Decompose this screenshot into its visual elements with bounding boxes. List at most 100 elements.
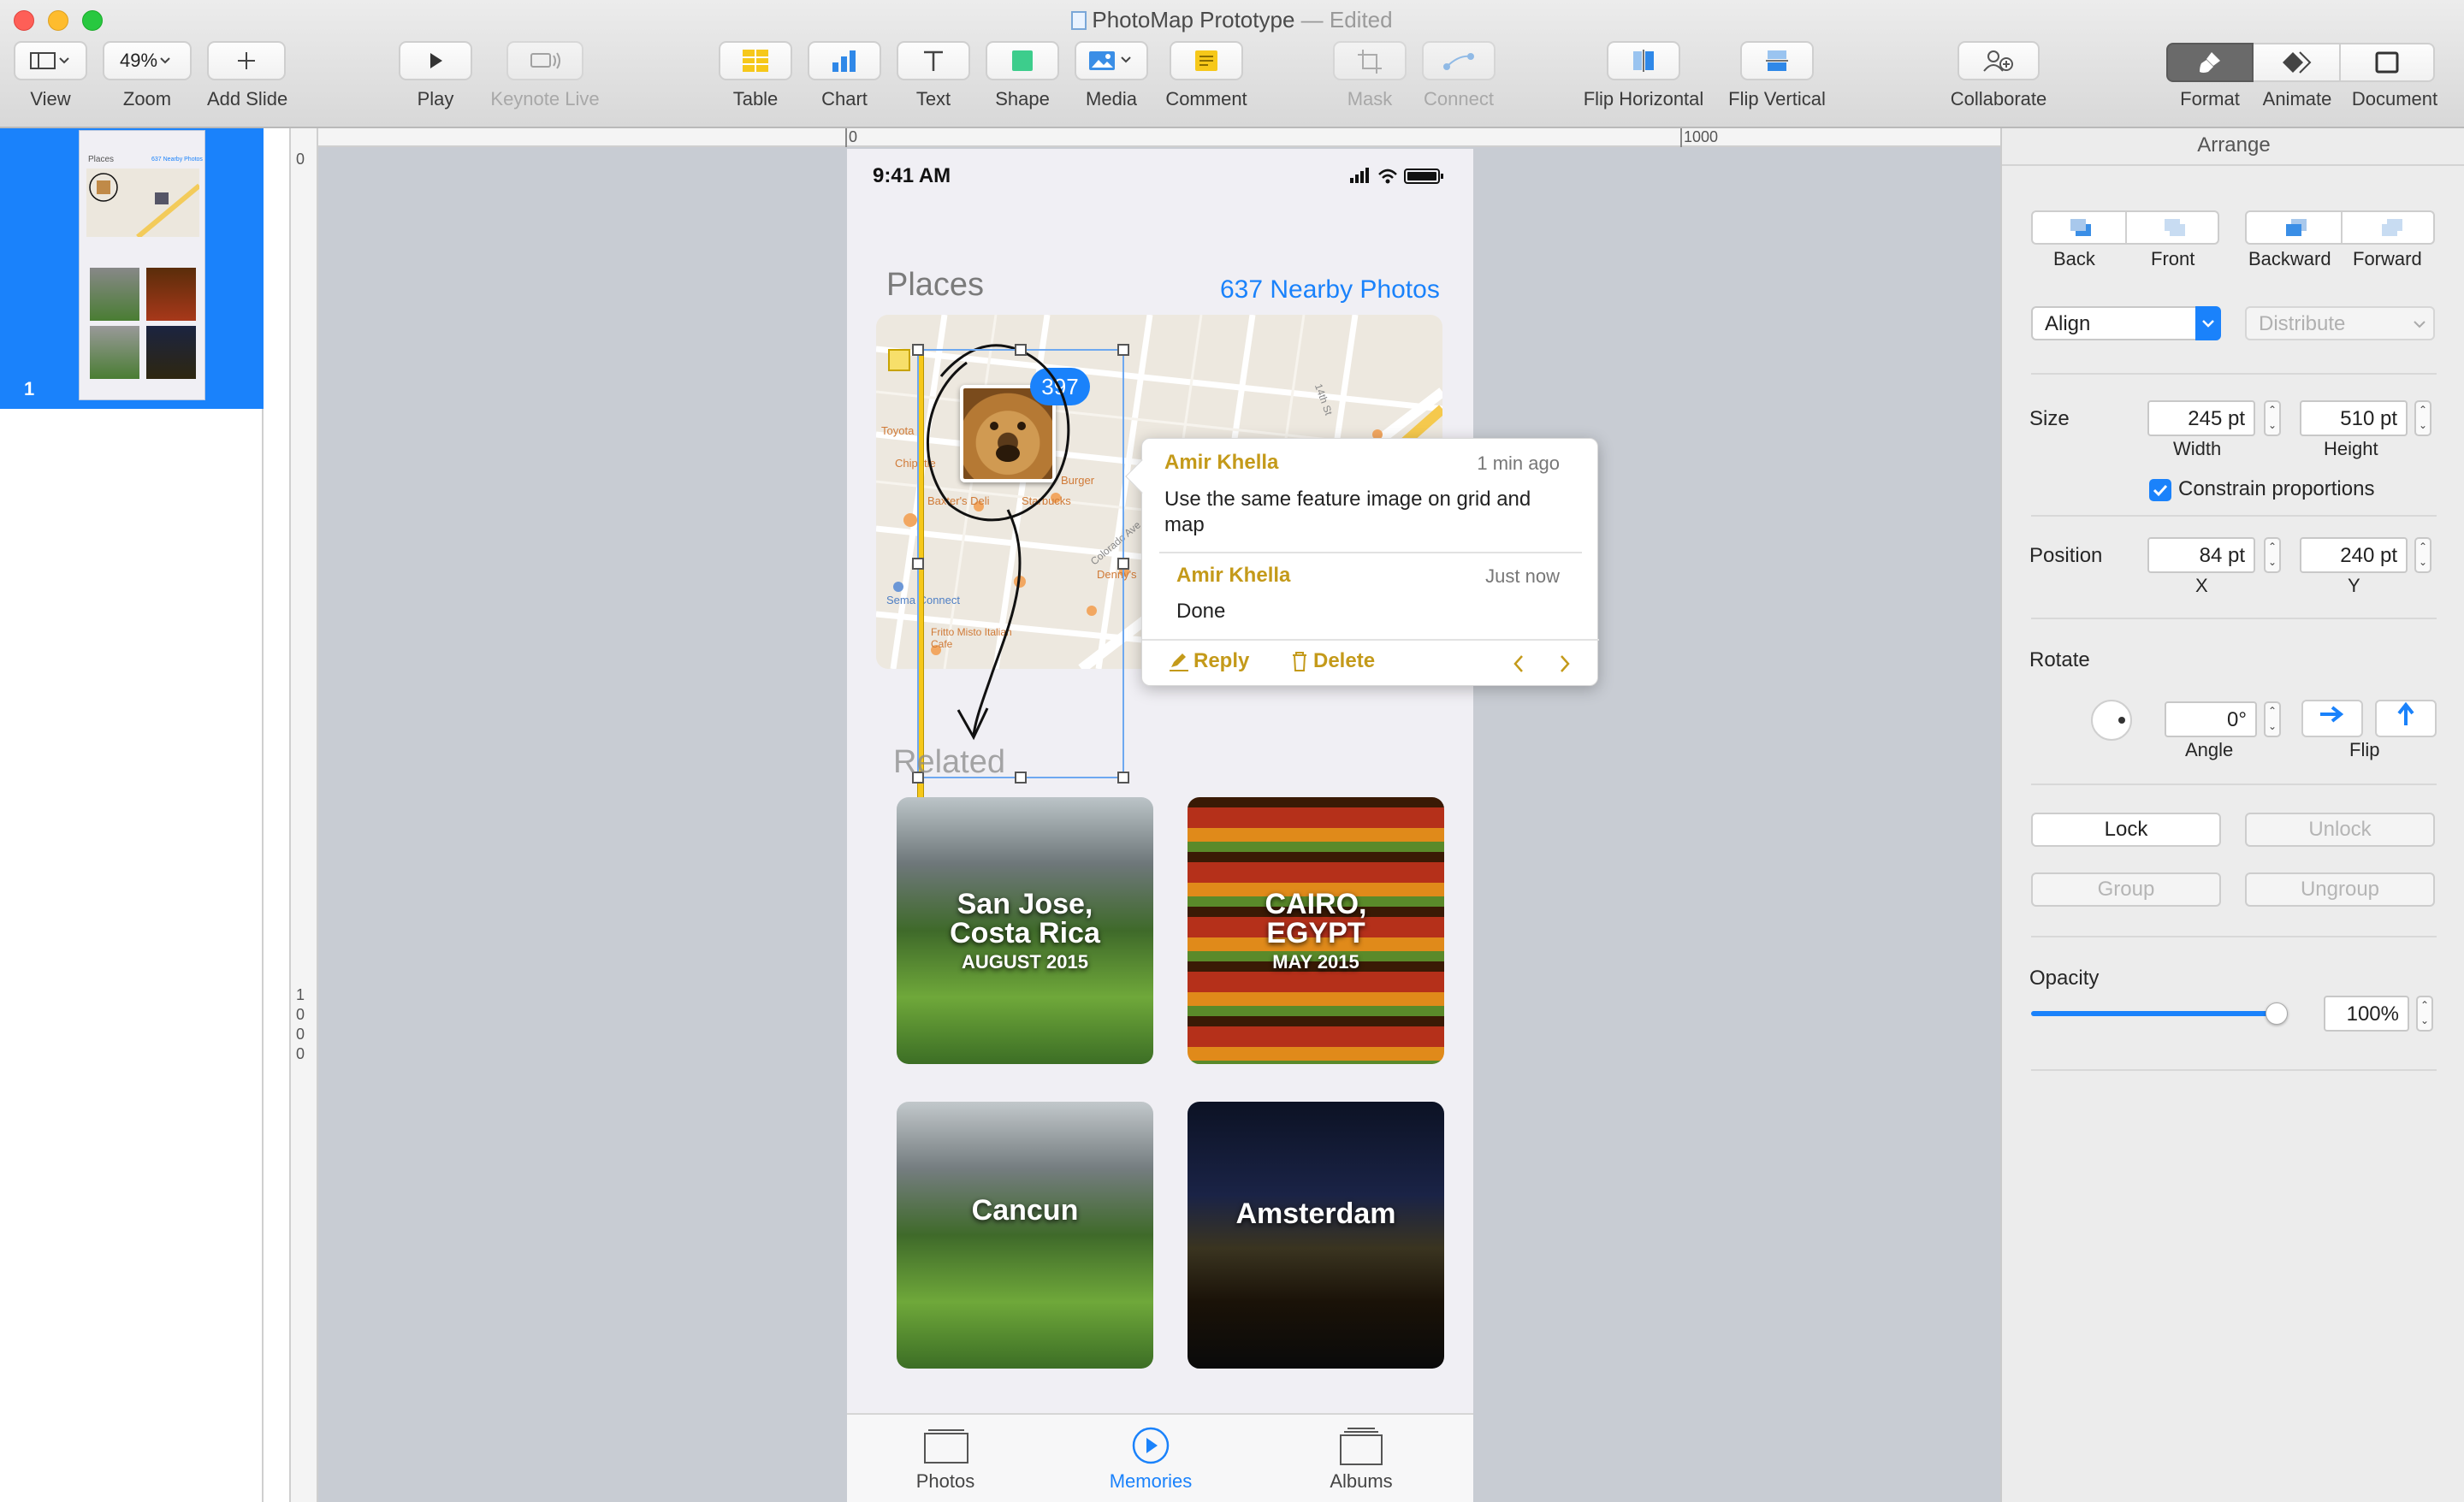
document-name: PhotoMap Prototype — [1092, 7, 1295, 33]
chevron-right-icon[interactable] — [1555, 653, 1575, 675]
keynote-live-button[interactable]: Keynote Live — [488, 41, 602, 110]
ruler-h-mark: 1000 — [1684, 128, 1719, 145]
slide[interactable]: 9:41 AM Places 637 Nearby Photos Toyota … — [847, 149, 1473, 1502]
lock-button[interactable]: Lock — [2031, 813, 2221, 847]
comment-marker[interactable] — [888, 349, 910, 371]
angle-field[interactable]: 0° — [2165, 701, 2257, 737]
distribute-label: Distribute — [2259, 312, 2346, 335]
text-button[interactable]: Text — [897, 41, 970, 110]
separator — [2031, 784, 2437, 785]
width-label: Width — [2173, 438, 2222, 459]
rotate-dial[interactable] — [2091, 700, 2132, 741]
table-button[interactable]: Table — [719, 41, 792, 110]
delete-button[interactable]: Delete — [1288, 649, 1375, 673]
flip-vertical-icon — [1766, 50, 1788, 71]
flip-vertical-button[interactable]: Flip Vertical — [1721, 41, 1833, 110]
vertical-ruler: 0 1000 — [289, 128, 318, 1502]
comment-time: 1 min ago — [1477, 452, 1560, 474]
backward-label: Backward — [2248, 248, 2331, 269]
related-title: Related — [893, 744, 1005, 780]
resize-handle-tc[interactable] — [1015, 344, 1027, 356]
send-backward-icon[interactable] — [2279, 216, 2313, 239]
y-stepper[interactable]: ⌃ ⌄ — [2414, 537, 2431, 573]
mask-button[interactable]: Mask — [1333, 41, 1407, 110]
opacity-stepper[interactable]: ⌃ ⌄ — [2416, 996, 2433, 1032]
selection-box[interactable] — [917, 349, 1124, 778]
opacity-slider-knob[interactable] — [2266, 1002, 2288, 1025]
view-button[interactable]: View — [14, 41, 87, 110]
chevron-left-icon[interactable] — [1508, 653, 1529, 675]
play-icon — [430, 53, 442, 68]
albums-icon — [1340, 1428, 1383, 1465]
distribute-dropdown[interactable]: Distribute — [2245, 306, 2435, 340]
resize-handle-bc[interactable] — [1015, 772, 1027, 784]
bring-forward-icon[interactable] — [2375, 216, 2409, 239]
connect-button[interactable]: Connect — [1422, 41, 1496, 110]
width-stepper[interactable]: ⌃ ⌄ — [2264, 400, 2281, 436]
chevron-down-icon — [2202, 320, 2214, 328]
view-icon — [30, 52, 69, 69]
back-label: Back — [2053, 248, 2095, 269]
resize-handle-tr[interactable] — [1117, 344, 1129, 356]
bring-to-front-icon[interactable] — [2161, 216, 2190, 239]
zoom-button[interactable]: 49% Zoom — [103, 41, 192, 110]
unlock-button[interactable]: Unlock — [2245, 813, 2435, 847]
separator — [2031, 936, 2437, 937]
reply-button[interactable]: Reply — [1168, 649, 1249, 673]
memory-tile-san-jose[interactable]: San Jose, Costa Rica AUGUST 2015 — [897, 797, 1153, 1064]
flip-horizontal-inspector-button[interactable] — [2301, 700, 2363, 737]
height-stepper[interactable]: ⌃ ⌄ — [2414, 400, 2431, 436]
thumbnail-tile-1 — [90, 268, 139, 321]
constrain-proportions-checkbox[interactable] — [2149, 479, 2171, 501]
add-slide-button[interactable]: Add Slide — [207, 41, 287, 110]
group-button[interactable]: Group — [2031, 872, 2221, 907]
shape-icon — [1012, 50, 1033, 71]
reply-label: Reply — [1194, 649, 1250, 672]
flip-horizontal-button[interactable]: Flip Horizontal — [1579, 41, 1708, 110]
width-field[interactable]: 245 pt — [2147, 400, 2255, 436]
chart-icon — [832, 50, 856, 72]
slide-thumbnail-1[interactable]: Places 637 Nearby Photos 1 — [0, 128, 264, 409]
send-to-back-icon[interactable] — [2067, 216, 2096, 239]
resize-handle-mr[interactable] — [1117, 558, 1129, 570]
format-tab-button[interactable] — [2166, 43, 2254, 82]
ungroup-button[interactable]: Ungroup — [2245, 872, 2435, 907]
memory-tile-cancun[interactable]: Cancun — [897, 1102, 1153, 1369]
comment-button[interactable]: Comment — [1164, 41, 1249, 110]
align-dropdown[interactable]: Align — [2031, 306, 2221, 340]
x-stepper[interactable]: ⌃ ⌄ — [2264, 537, 2281, 573]
play-label: Play — [417, 88, 454, 109]
mask-icon — [1358, 50, 1382, 74]
y-position-field[interactable]: 240 pt — [2300, 537, 2408, 573]
resize-handle-br[interactable] — [1117, 772, 1129, 784]
opacity-slider[interactable] — [2031, 1002, 2288, 1025]
chart-button[interactable]: Chart — [808, 41, 881, 110]
chevron-down-icon — [2414, 321, 2426, 328]
height-field[interactable]: 510 pt — [2300, 400, 2408, 436]
tab-albums[interactable]: Albums — [1314, 1425, 1408, 1493]
animate-tab-button[interactable] — [2254, 43, 2341, 82]
y-label: Y — [2348, 575, 2360, 596]
shape-button[interactable]: Shape — [986, 41, 1059, 110]
play-button[interactable]: Play — [399, 41, 472, 110]
battery-icon — [1404, 169, 1443, 184]
document-tab-button[interactable] — [2341, 43, 2435, 82]
resize-handle-ml[interactable] — [912, 558, 924, 570]
resize-handle-tl[interactable] — [912, 344, 924, 356]
flip-vertical-inspector-button[interactable] — [2375, 700, 2437, 737]
nearby-photos-link[interactable]: 637 Nearby Photos — [1220, 275, 1440, 305]
tile-subtitle: AUGUST 2015 — [962, 951, 1088, 973]
memory-tile-amsterdam[interactable]: Amsterdam — [1188, 1102, 1444, 1369]
tab-photos[interactable]: Photos — [898, 1425, 992, 1493]
angle-stepper[interactable]: ⌃ ⌄ — [2264, 701, 2281, 737]
media-button[interactable]: Media — [1075, 41, 1148, 110]
text-icon — [924, 50, 943, 71]
opacity-field[interactable]: 100% — [2324, 996, 2409, 1032]
arrange-tab[interactable]: Arrange — [2002, 128, 2464, 166]
ruler-h-start: 0 — [849, 128, 858, 145]
collaborate-button[interactable]: Collaborate — [1939, 41, 2058, 110]
x-position-field[interactable]: 84 pt — [2147, 537, 2255, 573]
memory-tile-cairo[interactable]: CAIRO, EGYPT MAY 2015 — [1188, 797, 1444, 1064]
cellular-signal-icon — [1350, 168, 1369, 183]
tab-memories[interactable]: Memories — [1104, 1425, 1198, 1493]
